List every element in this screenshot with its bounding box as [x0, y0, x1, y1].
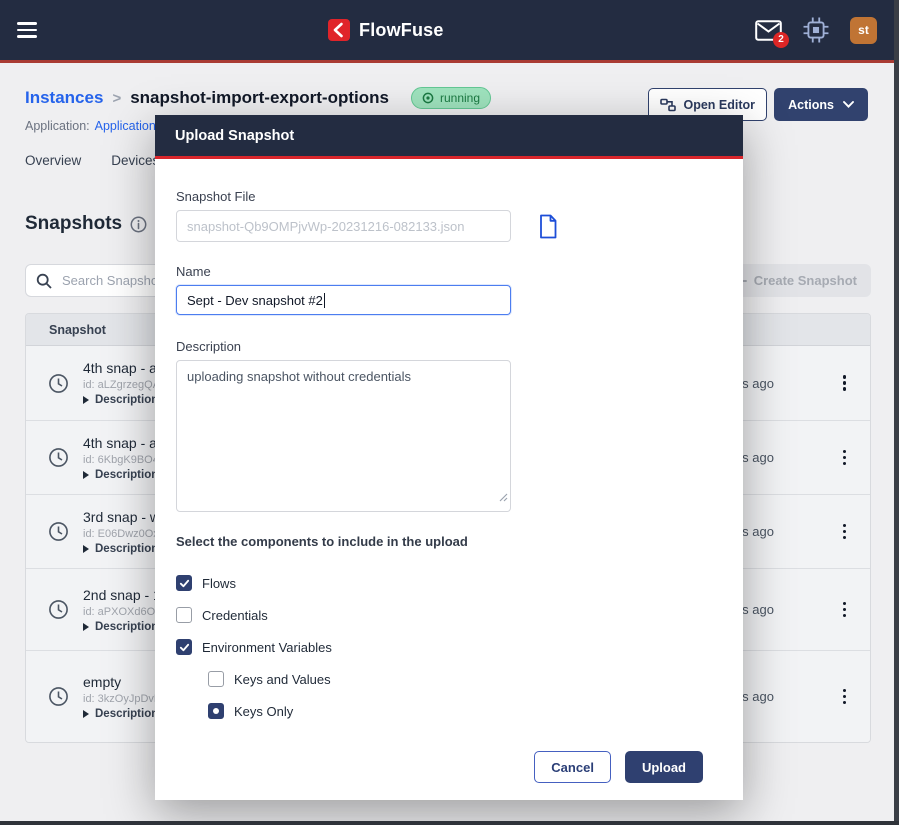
clock-icon	[48, 686, 69, 707]
notifications-button[interactable]: 2	[755, 20, 782, 41]
breadcrumb-instances-link[interactable]: Instances	[25, 88, 103, 108]
create-snapshot-button[interactable]: Create Snapshot	[721, 264, 871, 297]
search-icon	[36, 273, 52, 289]
name-label: Name	[176, 264, 722, 279]
keys-only-radio[interactable]	[208, 703, 224, 719]
checkbox-label: Flows	[202, 576, 236, 591]
hamburger-menu-icon[interactable]	[17, 19, 39, 41]
description-toggle[interactable]: Description	[83, 469, 165, 481]
snapshot-id: id: 3kzOyJpDvM	[83, 693, 163, 705]
kebab-menu-icon[interactable]	[839, 520, 851, 544]
modal-body: Snapshot File Name Sept - Dev snapshot #…	[155, 159, 743, 800]
application-link[interactable]: Application	[95, 119, 156, 133]
radio-keys-and-values[interactable]: Keys and Values	[208, 663, 722, 695]
modal-footer: Cancel Upload	[176, 751, 722, 800]
radio-label: Keys and Values	[234, 672, 331, 687]
clock-icon	[48, 521, 69, 542]
clock-icon	[48, 373, 69, 394]
editor-flow-icon	[660, 98, 676, 112]
checkbox-flows[interactable]: Flows	[176, 567, 722, 599]
snapshot-id: id: aLZgrzegQA	[83, 379, 160, 391]
radio-keys-only[interactable]: Keys Only	[208, 695, 722, 727]
window-edge-bottom	[0, 821, 899, 825]
snapshot-title: 4th snap - a	[83, 435, 165, 451]
snapshot-title: empty	[83, 674, 163, 690]
triangle-icon	[83, 623, 89, 631]
keys-and-values-radio[interactable]	[208, 671, 224, 687]
snapshot-meta: empty id: 3kzOyJpDvM Description	[83, 674, 163, 720]
checkbox-label: Environment Variables	[202, 640, 332, 655]
checkbox-credentials[interactable]: Credentials	[176, 599, 722, 631]
file-document-icon[interactable]	[538, 214, 558, 239]
user-avatar[interactable]: st	[850, 17, 877, 44]
column-header-snapshot: Snapshot	[49, 323, 106, 337]
snapshot-id: id: 6KbgK9BO4a	[83, 454, 165, 466]
clock-icon	[48, 599, 69, 620]
status-badge: running	[411, 87, 491, 109]
snapshot-file-row	[176, 210, 722, 242]
snapshot-id: id: E06Dwz0Oxp	[83, 528, 165, 540]
info-icon[interactable]	[130, 216, 147, 233]
description-label: Description	[176, 339, 722, 354]
kebab-menu-icon[interactable]	[839, 446, 851, 470]
snapshot-meta: 4th snap - a id: aLZgrzegQA Description	[83, 360, 160, 406]
description-toggle[interactable]: Description	[83, 708, 163, 720]
triangle-icon	[83, 710, 89, 718]
upload-snapshot-modal: Upload Snapshot Snapshot File Name Sept …	[155, 115, 743, 800]
application-row: Application: Application	[25, 119, 156, 133]
triangle-icon	[83, 545, 89, 553]
modal-title: Upload Snapshot	[175, 128, 294, 144]
breadcrumb-current: snapshot-import-export-options	[130, 88, 389, 108]
navbar-accent-divider	[0, 60, 899, 63]
description-textarea[interactable]: uploading snapshot without credentials	[176, 360, 511, 512]
breadcrumb-separator: >	[112, 90, 121, 107]
snapshot-file-label: Snapshot File	[176, 189, 722, 204]
name-input[interactable]: Sept - Dev snapshot #2	[176, 285, 511, 315]
application-label: Application:	[25, 119, 90, 133]
description-wrap: uploading snapshot without credentials	[176, 360, 511, 512]
description-toggle[interactable]: Description	[83, 394, 160, 406]
kebab-menu-icon[interactable]	[839, 598, 851, 622]
cancel-button[interactable]: Cancel	[534, 751, 611, 783]
triangle-icon	[83, 396, 89, 404]
description-toggle[interactable]: Description	[83, 543, 165, 555]
snapshot-title: 4th snap - a	[83, 360, 160, 376]
environment-variables-checkbox[interactable]	[176, 639, 192, 655]
modal-header: Upload Snapshot	[155, 115, 743, 159]
kebab-menu-icon[interactable]	[839, 685, 851, 709]
chevron-down-icon	[843, 101, 854, 108]
resize-handle-icon[interactable]	[499, 489, 508, 507]
kebab-menu-icon[interactable]	[839, 371, 851, 395]
flowfuse-logo-icon	[328, 19, 350, 41]
snapshot-meta: 4th snap - a id: 6KbgK9BO4a Description	[83, 435, 165, 481]
checkbox-environment-variables[interactable]: Environment Variables	[176, 631, 722, 663]
snapshot-meta: 3rd snap - w id: E06Dwz0Oxp Description	[83, 509, 165, 555]
page-title: Snapshots	[25, 213, 147, 235]
navbar-actions: 2 st	[755, 0, 877, 60]
clock-icon	[48, 447, 69, 468]
running-status-icon	[422, 92, 434, 104]
tab-overview[interactable]: Overview	[25, 153, 81, 168]
credentials-checkbox[interactable]	[176, 607, 192, 623]
triangle-icon	[83, 471, 89, 479]
breadcrumb: Instances > snapshot-import-export-optio…	[25, 87, 491, 109]
flows-checkbox[interactable]	[176, 575, 192, 591]
components-list: Flows Credentials Environment Variables	[176, 567, 722, 727]
radio-label: Keys Only	[234, 704, 293, 719]
upload-button[interactable]: Upload	[625, 751, 703, 783]
components-label: Select the components to include in the …	[176, 534, 722, 549]
snapshot-title: 3rd snap - w	[83, 509, 165, 525]
snapshot-file-input[interactable]	[176, 210, 511, 242]
text-caret	[324, 293, 325, 308]
tab-devices[interactable]: Devices	[111, 153, 159, 168]
checkbox-label: Credentials	[202, 608, 268, 623]
top-navbar: FlowFuse 2 st	[0, 0, 899, 60]
brand-name: FlowFuse	[359, 20, 444, 41]
brand-logo[interactable]: FlowFuse	[328, 0, 444, 60]
notification-count-badge: 2	[773, 32, 789, 48]
admin-chip-icon[interactable]	[803, 17, 829, 43]
actions-dropdown-button[interactable]: Actions	[774, 88, 868, 121]
window-edge-right	[894, 0, 899, 825]
instance-tabs: Overview Devices	[25, 153, 159, 168]
